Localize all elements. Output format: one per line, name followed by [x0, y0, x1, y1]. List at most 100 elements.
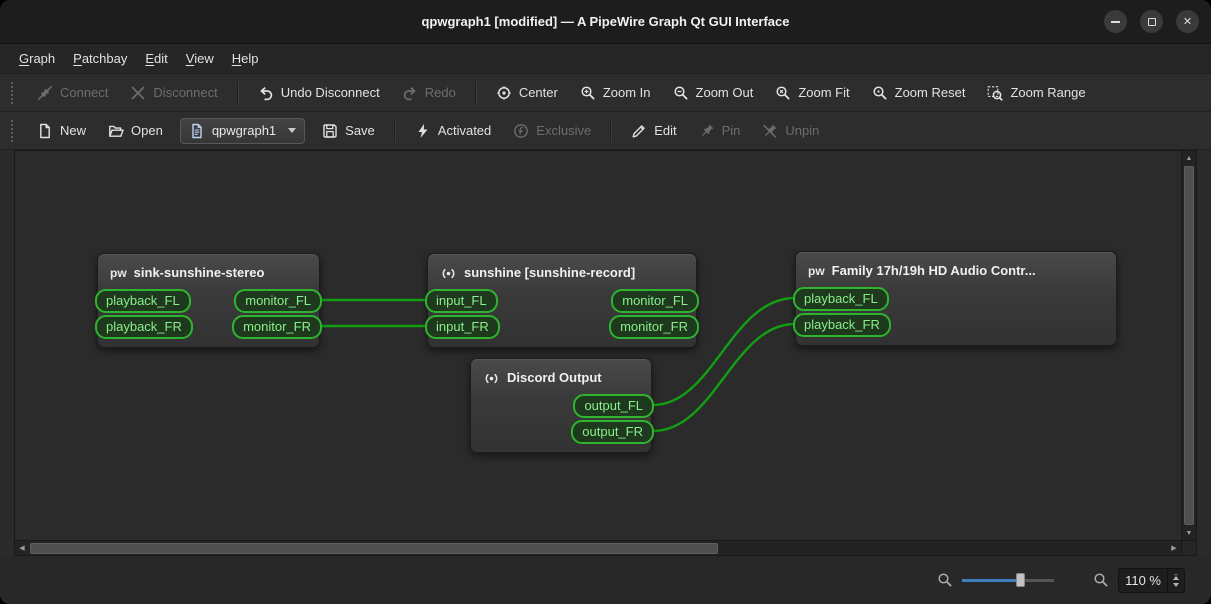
- connect-button[interactable]: Connect: [27, 79, 118, 107]
- zoom-in-label: Zoom In: [602, 85, 651, 100]
- port-playback-fr[interactable]: playback_FR: [793, 313, 891, 337]
- scroll-right-arrow[interactable]: [1167, 541, 1181, 555]
- new-label: New: [60, 123, 87, 138]
- scroll-up-arrow[interactable]: [1182, 151, 1196, 165]
- menubar: Graph Patchbay Edit View Help: [0, 44, 1211, 74]
- unpin-label: Unpin: [785, 123, 820, 138]
- port-input-fr[interactable]: input_FR: [425, 315, 500, 339]
- menu-edit[interactable]: Edit: [136, 48, 176, 69]
- node-family-hd-audio[interactable]: Family 17h/19h HD Audio Contr... playbac…: [793, 251, 1117, 346]
- port-monitor-fl[interactable]: monitor_FL: [611, 289, 699, 313]
- zoom-in-button[interactable]: Zoom In: [570, 79, 661, 107]
- menu-graph[interactable]: Graph: [10, 48, 64, 69]
- node-header: Discord Output: [471, 359, 651, 394]
- zoom-range-button[interactable]: Zoom Range: [977, 79, 1095, 107]
- menu-patchbay[interactable]: Patchbay: [64, 48, 136, 69]
- titlebar[interactable]: qpwgraph1 [modified] — A PipeWire Graph …: [0, 0, 1211, 44]
- save-button[interactable]: Save: [312, 117, 385, 145]
- port-input-fl[interactable]: input_FL: [425, 289, 498, 313]
- zoom-slider-thumb[interactable]: [1016, 573, 1026, 587]
- zoom-increment-button[interactable]: [1173, 573, 1179, 580]
- graph-toolbar: Connect Disconnect Undo Disconnect Redo …: [0, 74, 1211, 112]
- zoom-reset-button[interactable]: Zoom Reset: [862, 79, 976, 107]
- port-output-fr[interactable]: output_FR: [571, 420, 654, 444]
- node-sunshine-record[interactable]: sunshine [sunshine-record] input_FL inpu…: [425, 253, 699, 348]
- node-sink-sunshine-stereo[interactable]: sink-sunshine-stereo playback_FL playbac…: [95, 253, 322, 348]
- pipewire-icon: [110, 265, 127, 282]
- menu-view[interactable]: View: [177, 48, 223, 69]
- unpin-button[interactable]: Unpin: [752, 117, 829, 145]
- maximize-button[interactable]: [1140, 10, 1163, 33]
- vertical-scrollbar[interactable]: [1182, 150, 1197, 541]
- redo-button[interactable]: Redo: [392, 79, 466, 107]
- port-monitor-fl[interactable]: monitor_FL: [234, 289, 322, 313]
- pin-label: Pin: [721, 123, 741, 138]
- zoom-slider[interactable]: [962, 572, 1055, 588]
- activated-button[interactable]: Activated: [405, 117, 501, 145]
- menu-view-label: View: [185, 51, 214, 66]
- file-toolbar: New Open qpwgraph1 Save Activated Exclus…: [0, 112, 1211, 150]
- chevron-down-icon: [288, 128, 297, 133]
- menu-edit-label: Edit: [145, 51, 168, 66]
- pin-button[interactable]: Pin: [689, 117, 751, 145]
- qpwgraph-window: qpwgraph1 [modified] — A PipeWire Graph …: [0, 0, 1211, 604]
- graph-canvas[interactable]: sink-sunshine-stereo playback_FL playbac…: [14, 150, 1182, 541]
- menu-help[interactable]: Help: [223, 48, 268, 69]
- toolbar-drag-handle[interactable]: [11, 119, 16, 142]
- vertical-scrollbar-handle[interactable]: [1184, 166, 1194, 525]
- exclusive-button[interactable]: Exclusive: [503, 117, 601, 145]
- port-playback-fr[interactable]: playback_FR: [95, 315, 193, 339]
- redo-label: Redo: [424, 85, 456, 100]
- connect-icon: [37, 85, 53, 101]
- zoom-level-icon: [1093, 572, 1109, 588]
- close-button[interactable]: [1176, 10, 1199, 33]
- session-combobox[interactable]: qpwgraph1: [179, 117, 306, 144]
- zoom-out-label: Zoom Out: [695, 85, 754, 100]
- save-icon: [322, 123, 338, 139]
- zoom-fit-button[interactable]: Zoom Fit: [765, 79, 859, 107]
- horizontal-scrollbar[interactable]: [14, 541, 1182, 556]
- zoom-indicator-icon: [937, 572, 953, 588]
- exclusive-label: Exclusive: [536, 123, 592, 138]
- port-monitor-fr[interactable]: monitor_FR: [232, 315, 322, 339]
- disconnect-icon: [130, 85, 146, 101]
- open-button[interactable]: Open: [98, 117, 173, 145]
- scroll-down-arrow[interactable]: [1182, 526, 1196, 540]
- port-monitor-fr[interactable]: monitor_FR: [609, 315, 699, 339]
- zoom-decrement-button[interactable]: [1173, 582, 1179, 587]
- node-ports: input_FL input_FR monitor_FL monitor_FR: [425, 289, 699, 347]
- connect-label: Connect: [60, 85, 109, 100]
- node-ports: playback_FL playback_FR: [793, 287, 1116, 345]
- undo-disconnect-button[interactable]: Undo Disconnect: [248, 79, 390, 107]
- port-playback-fl[interactable]: playback_FL: [793, 287, 889, 311]
- zoom-value[interactable]: 110 %: [1119, 569, 1167, 592]
- port-playback-fl[interactable]: playback_FL: [95, 289, 191, 313]
- scroll-left-arrow[interactable]: [15, 541, 29, 555]
- toolbar-drag-handle[interactable]: [11, 81, 16, 104]
- window-controls: [1104, 0, 1199, 43]
- disconnect-button[interactable]: Disconnect: [120, 79, 227, 107]
- center-label: Center: [518, 85, 558, 100]
- zoom-reset-icon: [872, 85, 888, 101]
- zoom-slider-track: [1020, 578, 1055, 582]
- node-discord-output[interactable]: Discord Output output_FL output_FR: [470, 358, 654, 453]
- edit-button[interactable]: Edit: [621, 117, 686, 145]
- zoom-out-button[interactable]: Zoom Out: [663, 79, 764, 107]
- minimize-button[interactable]: [1104, 10, 1127, 33]
- scrollbar-corner: [1182, 541, 1197, 556]
- save-label: Save: [345, 123, 375, 138]
- activated-label: Activated: [437, 123, 492, 138]
- exclusive-icon: [513, 123, 529, 139]
- session-file-icon: [189, 123, 205, 139]
- new-button[interactable]: New: [27, 117, 96, 145]
- horizontal-scrollbar-handle[interactable]: [30, 542, 718, 554]
- disconnect-label: Disconnect: [153, 85, 218, 100]
- record-app-icon: [440, 265, 457, 282]
- center-button[interactable]: Center: [486, 79, 568, 107]
- lightning-bolt-icon: [415, 123, 431, 139]
- pin-icon: [699, 123, 715, 139]
- node-title: sink-sunshine-stereo: [133, 265, 265, 280]
- zoom-spinbox[interactable]: 110 %: [1118, 567, 1185, 593]
- port-output-fl[interactable]: output_FL: [573, 394, 654, 418]
- pipewire-icon: [808, 263, 825, 280]
